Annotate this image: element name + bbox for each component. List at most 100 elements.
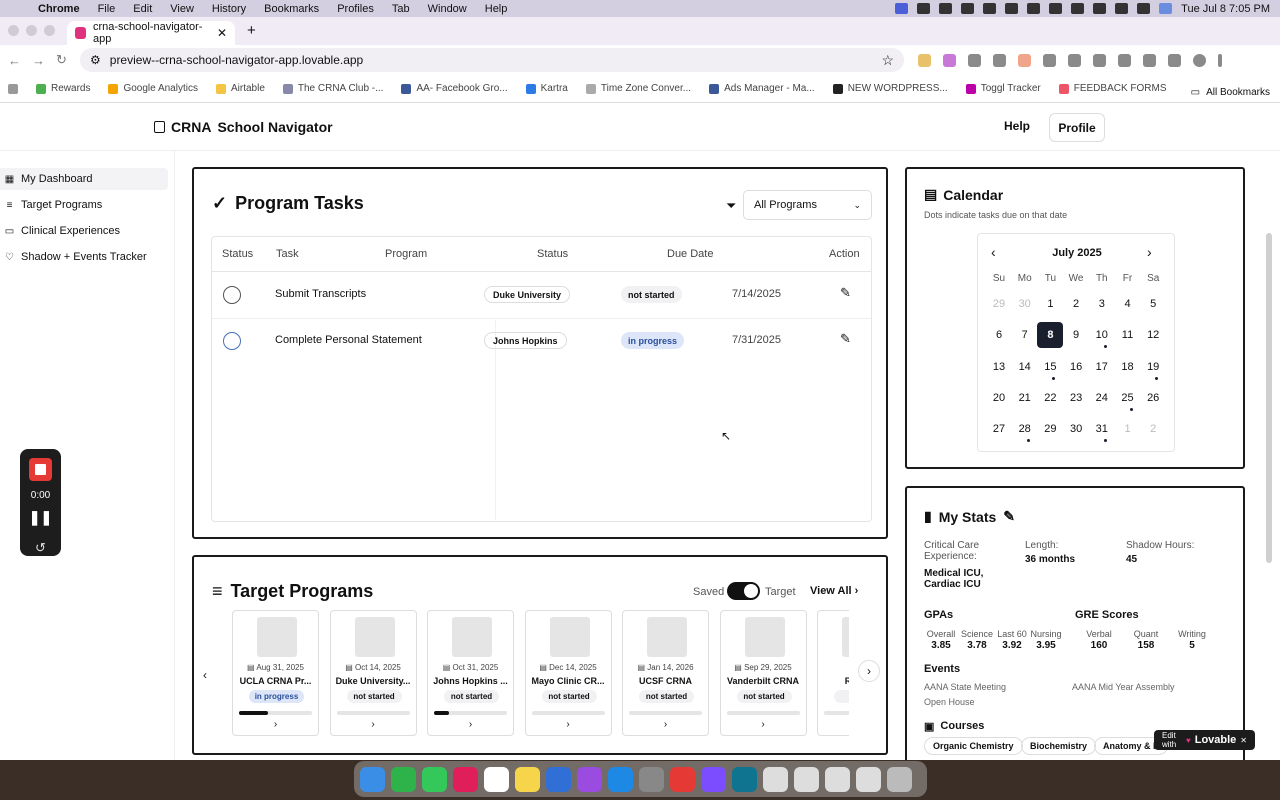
menu-history[interactable]: History xyxy=(212,3,246,15)
program-card[interactable]: ▤ Oct 31, 2025 Johns Hopkins ... not start… xyxy=(427,610,514,736)
freeform-icon[interactable] xyxy=(546,766,571,792)
edit-pencil-icon[interactable]: ✎ xyxy=(1003,508,1015,525)
address-bar[interactable]: ⚙ preview--crna-school-navigator-app.lov… xyxy=(80,48,904,72)
pause-icon[interactable]: ❚❚ xyxy=(20,509,61,526)
calendar-day[interactable]: 17 xyxy=(1089,354,1115,380)
calendar-day[interactable]: 10 xyxy=(1089,322,1115,349)
extension-icon[interactable] xyxy=(968,53,981,67)
bookmark-rewards[interactable]: Rewards xyxy=(36,83,90,94)
wifi-icon[interactable] xyxy=(1093,3,1107,14)
edit-pencil-icon[interactable]: ✎ xyxy=(840,331,851,347)
bookmark-feedback-forms[interactable]: FEEDBACK FORMS xyxy=(1058,83,1167,94)
calendar-day[interactable]: 8 xyxy=(1037,322,1064,349)
search-icon[interactable] xyxy=(1115,3,1129,14)
extension-icon[interactable] xyxy=(1018,53,1031,67)
download-icon[interactable] xyxy=(1143,53,1156,67)
calendar-day[interactable]: 25 xyxy=(1115,385,1141,411)
site-info-icon[interactable]: ⚙ xyxy=(90,53,101,67)
bookmark-airtable[interactable]: Airtable xyxy=(215,83,265,94)
notes-icon[interactable] xyxy=(515,766,540,792)
bookmark-time-zone[interactable]: Time Zone Conver... xyxy=(585,83,691,94)
profile-button[interactable]: Profile xyxy=(1049,113,1105,142)
minimize-window-icon[interactable] xyxy=(26,25,37,36)
menu-bookmarks[interactable]: Bookmarks xyxy=(264,3,319,15)
help-button[interactable]: Help xyxy=(1004,119,1030,133)
chevron-right-icon[interactable]: › xyxy=(331,719,416,730)
extension-icon[interactable] xyxy=(1068,53,1081,67)
screen-share-icon[interactable] xyxy=(895,3,909,14)
bookmark-star-icon[interactable]: ☆ xyxy=(881,52,894,69)
clock[interactable]: Tue Jul 8 7:05 PM xyxy=(1181,3,1270,15)
calendar-day[interactable]: 31 xyxy=(1089,416,1115,443)
status-icon[interactable] xyxy=(961,3,975,14)
zoom-window-icon[interactable] xyxy=(44,25,55,36)
window-thumbnail[interactable] xyxy=(856,766,881,792)
sidebar-item-shadow-events[interactable]: ♡ Shadow + Events Tracker xyxy=(0,246,168,268)
close-tab-icon[interactable]: ✕ xyxy=(217,26,227,40)
calendar-day[interactable]: 24 xyxy=(1089,385,1115,411)
bookmark-kartra[interactable]: Kartra xyxy=(525,83,568,94)
program-card[interactable]: ▤ Oct 14, 2025 Duke University... not star… xyxy=(329,610,417,736)
close-window-icon[interactable] xyxy=(8,25,19,36)
edit-with-lovable-badge[interactable]: Edit with ♥ Lovable ✕ xyxy=(1154,730,1255,750)
program-card[interactable]: ▤ Aug 31, 2025 UCLA CRNA Pr... in progress… xyxy=(232,610,319,736)
close-icon[interactable]: ✕ xyxy=(1240,736,1247,745)
calendar-day[interactable]: 2 xyxy=(1140,416,1166,442)
menu-app-name[interactable]: Chrome xyxy=(38,3,80,15)
task-complete-checkbox[interactable] xyxy=(223,332,241,350)
edit-pencil-icon[interactable]: ✎ xyxy=(840,285,851,301)
calendar-day[interactable]: 30 xyxy=(1063,416,1089,442)
chrome-icon[interactable] xyxy=(670,766,695,792)
puzzle-icon[interactable] xyxy=(1093,53,1106,67)
carousel-next-icon[interactable]: › xyxy=(858,660,880,682)
status-icon[interactable] xyxy=(983,3,997,14)
page-scrollbar[interactable] xyxy=(1266,233,1272,563)
program-card[interactable]: ▤ Jan 14, 2026 UCSF CRNA not started › xyxy=(622,610,709,736)
sidebar-item-clinical-experiences[interactable]: ▭ Clinical Experiences xyxy=(0,220,168,242)
back-icon[interactable]: ← xyxy=(8,53,21,68)
calendar-day[interactable]: 4 xyxy=(1115,291,1141,317)
restart-icon[interactable]: ↺ xyxy=(20,540,61,556)
menu-profiles[interactable]: Profiles xyxy=(337,3,374,15)
saved-target-toggle[interactable] xyxy=(727,582,760,600)
safari-icon[interactable] xyxy=(732,766,757,792)
calendar-day[interactable]: 2 xyxy=(1063,291,1089,317)
chevron-right-icon[interactable]: › xyxy=(233,719,318,730)
program-filter-select[interactable]: All Programs ⌄ xyxy=(743,190,872,220)
finder-icon[interactable] xyxy=(360,766,385,792)
browser-tab[interactable]: crna-school-navigator-app ✕ xyxy=(67,21,235,45)
play-icon[interactable] xyxy=(1005,3,1019,14)
messages-icon[interactable] xyxy=(422,766,447,792)
chevron-right-icon[interactable]: › xyxy=(721,719,806,730)
status-icon[interactable] xyxy=(917,3,931,14)
menu-help[interactable]: Help xyxy=(485,3,508,15)
calendar-day[interactable]: 9 xyxy=(1063,322,1089,348)
bookmark-crna-club[interactable]: The CRNA Club -... xyxy=(282,83,383,94)
status-icon[interactable] xyxy=(939,3,953,14)
calendar-day[interactable]: 22 xyxy=(1037,385,1063,411)
tab-search-icon[interactable] xyxy=(1118,53,1131,67)
window-thumbnail[interactable] xyxy=(825,766,850,792)
menu-file[interactable]: File xyxy=(98,3,116,15)
chevron-right-icon[interactable]: › xyxy=(428,719,513,730)
url-text[interactable]: preview--crna-school-navigator-app.lovab… xyxy=(110,53,363,67)
next-month-icon[interactable]: › xyxy=(1147,244,1152,260)
program-card[interactable]: ▤ Sep 29, 2025 Vanderbilt CRNA not started… xyxy=(719,610,807,736)
display-icon[interactable] xyxy=(1027,3,1041,14)
calendar-day[interactable]: 6 xyxy=(986,322,1012,348)
window-thumbnail[interactable] xyxy=(794,766,819,792)
bookmark-toggl[interactable]: Toggl Tracker xyxy=(965,83,1041,94)
chevron-right-icon[interactable]: › xyxy=(526,719,611,730)
menu-view[interactable]: View xyxy=(170,3,194,15)
menu-dots-icon[interactable] xyxy=(1218,53,1222,67)
forward-icon[interactable]: → xyxy=(32,53,45,68)
view-all-link[interactable]: View All › xyxy=(810,585,858,597)
calendar-day[interactable]: 5 xyxy=(1140,291,1166,317)
calendar-day[interactable]: 29 xyxy=(1037,416,1063,442)
calendar-day[interactable]: 7 xyxy=(1012,322,1038,348)
bluetooth-icon[interactable] xyxy=(1049,3,1063,14)
clickup-icon[interactable] xyxy=(701,766,726,792)
bookmark-new-wordpress[interactable]: NEW WORDPRESS... xyxy=(832,83,948,94)
calendar-day[interactable]: 18 xyxy=(1115,354,1141,380)
calendar-day[interactable]: 21 xyxy=(1012,385,1038,411)
